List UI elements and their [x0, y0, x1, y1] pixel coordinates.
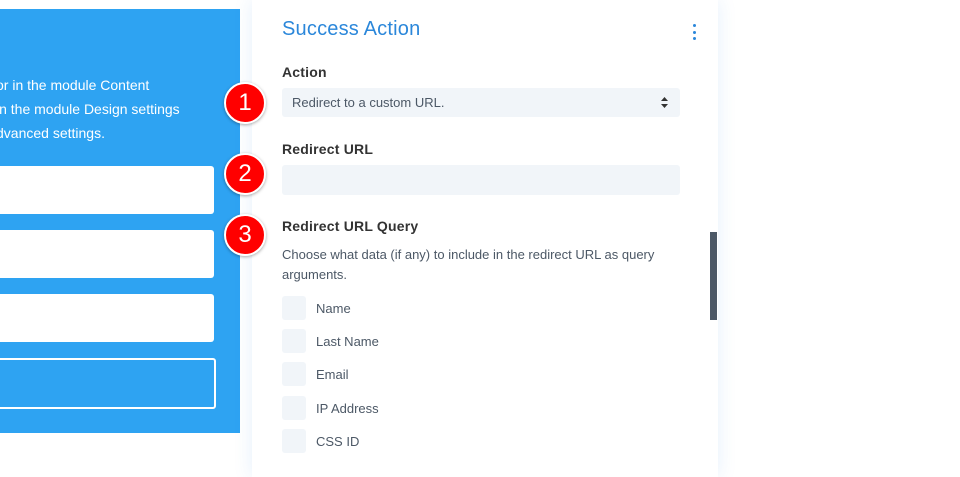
checkbox[interactable]	[282, 429, 306, 453]
preview-line: or in the module Content	[0, 77, 150, 93]
preview-line: dvanced settings.	[0, 125, 105, 141]
preview-form-field[interactable]	[0, 166, 214, 214]
more-options-icon[interactable]	[691, 24, 697, 40]
checkbox-option-last-name[interactable]: Last Name	[282, 329, 379, 353]
preview-form-field[interactable]	[0, 230, 214, 278]
checkbox[interactable]	[282, 362, 306, 386]
redirect-url-label: Redirect URL	[282, 141, 374, 157]
action-label: Action	[282, 64, 327, 80]
preview-line: in the module Design settings	[0, 101, 180, 117]
preview-form-field[interactable]	[0, 294, 214, 342]
checkbox-option-css-id[interactable]: CSS ID	[282, 429, 359, 453]
checkbox-label: Email	[316, 366, 349, 382]
settings-panel: Success Action Action Redirect to a cust…	[252, 0, 718, 477]
module-preview: or in the module Content in the module D…	[0, 9, 240, 433]
checkbox-option-email[interactable]: Email	[282, 362, 349, 386]
checkbox[interactable]	[282, 296, 306, 320]
action-select-value: Redirect to a custom URL.	[292, 95, 445, 110]
step-marker-3: 3	[224, 214, 266, 256]
checkbox-option-ip-address[interactable]: IP Address	[282, 396, 379, 420]
preview-description: or in the module Content in the module D…	[0, 73, 240, 145]
checkbox-label: CSS ID	[316, 433, 360, 449]
section-title[interactable]: Success Action	[282, 18, 420, 41]
panel-scrollbar[interactable]	[710, 232, 717, 320]
checkbox-label: Last Name	[316, 333, 379, 349]
redirect-url-query-label: Redirect URL Query	[282, 218, 419, 234]
redirect-url-query-description: Choose what data (if any) to include in …	[282, 247, 655, 282]
checkbox-option-name[interactable]: Name	[282, 296, 351, 320]
preview-submit-button[interactable]	[0, 358, 216, 409]
step-marker-2: 2	[224, 153, 266, 195]
step-marker-1: 1	[224, 82, 266, 124]
checkbox-label: Name	[316, 300, 351, 316]
checkbox[interactable]	[282, 329, 306, 353]
checkbox[interactable]	[282, 396, 306, 420]
checkbox-label: IP Address	[316, 400, 379, 416]
select-arrows-icon	[661, 97, 668, 108]
action-select[interactable]: Redirect to a custom URL.	[282, 88, 680, 117]
redirect-url-input[interactable]	[282, 165, 680, 195]
